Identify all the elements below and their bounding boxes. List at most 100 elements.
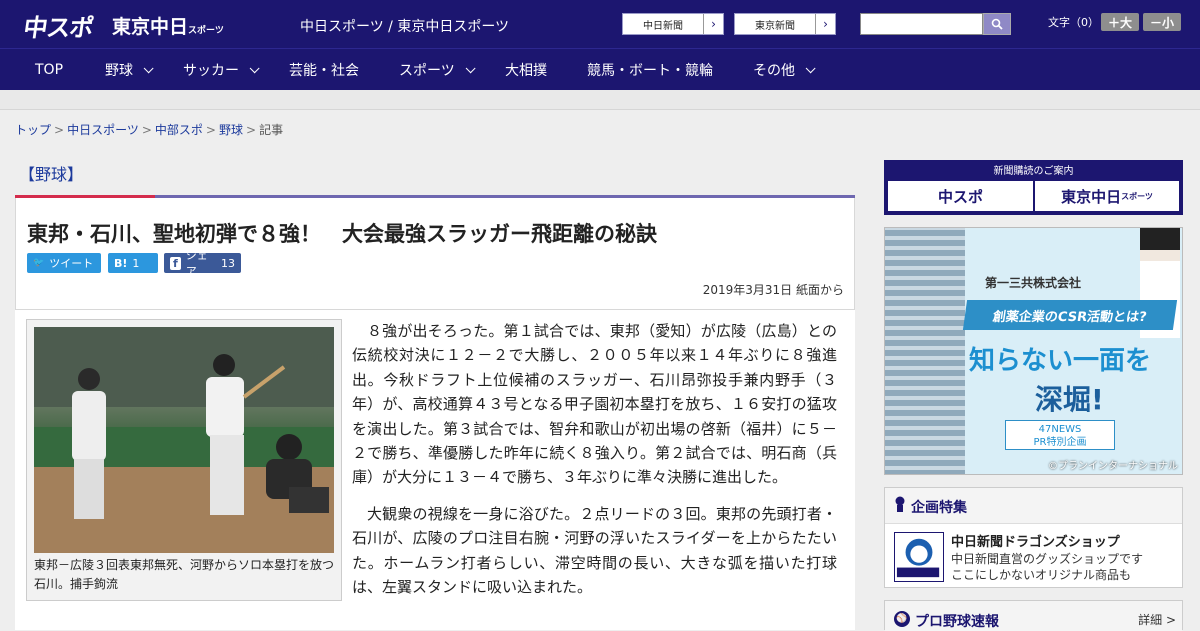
ad-headline-1: 知らない一面を — [969, 346, 1152, 376]
photo-box: 東邦－広陵３回表東邦無死、河野からソロ本塁打を放つ石川。捕手鉤流 — [26, 319, 342, 601]
main-nav: TOP 野球 サッカー 芸能・社会 スポーツ 大相撲 競馬・ボート・競輪 その他 — [0, 48, 1200, 90]
tweet-label: ツイート — [49, 257, 94, 270]
article-paragraph: ８強が出そろった。第１試合では、東邦（愛知）が広陵（広島）との伝統校対決に１２－… — [352, 322, 837, 487]
chunichi-shimbun-label: 中日新聞 — [643, 20, 683, 32]
ad-news-badge: 47NEWS PR特別企画 — [1005, 420, 1115, 450]
tokyo-shimbun-label: 東京新聞 — [755, 20, 795, 32]
baseball-icon: ⚾ — [894, 611, 910, 627]
photo-caption: 東邦－広陵３回表東邦無死、河野からソロ本塁打を放つ石川。捕手鉤流 — [34, 558, 335, 591]
breadcrumb-separator: > — [141, 123, 152, 137]
tokyo-chunichi-subscribe-small: スポーツ — [1121, 191, 1153, 201]
breadcrumb-chubu-spo[interactable]: 中部スポ — [155, 123, 203, 137]
font-smaller-button[interactable]: －小 — [1143, 13, 1181, 31]
chuspo-logo[interactable]: 中スポ — [22, 8, 96, 43]
nav-label: 大相撲 — [505, 63, 547, 79]
chevron-down-icon — [249, 62, 260, 73]
site-names: 中日スポーツ / 東京中日スポーツ — [300, 19, 510, 35]
nav-sumo[interactable]: 大相撲 — [505, 49, 547, 91]
font-size-label: 文字（0） — [1048, 16, 1099, 29]
ad-news-line-1: 47NEWS — [1038, 424, 1082, 435]
feature-box: 企画特集 中日新聞ドラゴンズショップ 中日新聞直営のグッズショップです ここにしか… — [884, 487, 1183, 588]
breadcrumb-top[interactable]: トップ — [15, 123, 51, 137]
baseball-players-illustration — [34, 327, 334, 553]
chevron-right-icon: › — [703, 14, 723, 34]
tokyo-logo-text: 東京中日 — [112, 16, 189, 38]
chevron-down-icon — [465, 62, 476, 73]
top-bar: 中スポ 東京中日スポーツ 中日スポーツ / 東京中日スポーツ 中日新聞 › 東京… — [0, 0, 1200, 48]
search-input[interactable] — [860, 13, 983, 35]
breadcrumb-separator: > — [246, 123, 257, 137]
pro-baseball-box: ⚾ プロ野球速報 詳細 > — [884, 600, 1183, 631]
tokyo-chunichi-subscribe-button[interactable]: 東京中日 スポーツ — [1035, 181, 1179, 211]
nav-sports[interactable]: スポーツ — [399, 49, 476, 91]
nav-others[interactable]: その他 — [753, 49, 816, 91]
feature-desc-line-2: ここにしかないオリジナル商品も — [951, 568, 1132, 582]
chuspo-subscribe-button[interactable]: 中スポ — [888, 181, 1033, 211]
pro-baseball-heading: ⚾ プロ野球速報 詳細 > — [885, 601, 1182, 631]
dragons-shop-thumbnail[interactable] — [894, 532, 944, 582]
nav-label: サッカー — [183, 63, 239, 79]
subscription-ad-title: 新聞購読のご案内 — [993, 166, 1074, 177]
feature-description: 中日新聞直営のグッズショップです ここにしかないオリジナル商品も — [951, 551, 1143, 583]
breadcrumb: トップ > 中日スポーツ > 中部スポ > 野球 > 記事 — [15, 121, 283, 138]
twitter-icon: 🐦 — [33, 258, 45, 268]
subscription-ad[interactable]: 新聞購読のご案内 中スポ 東京中日 スポーツ — [884, 160, 1183, 215]
tokyo-chunichi-logo[interactable]: 東京中日スポーツ — [112, 12, 224, 39]
ad-copyright: ©プランインターナショナル — [1048, 461, 1178, 472]
pro-baseball-heading-text: プロ野球速報 — [915, 614, 999, 630]
chevron-right-icon: › — [815, 14, 835, 34]
tokyo-shimbun-button[interactable]: 東京新聞 › — [734, 13, 836, 35]
facebook-share-button[interactable]: f シェア 13 — [164, 249, 241, 278]
ad-company-name: 第一三共株式会社 — [985, 276, 1082, 290]
breadcrumb-baseball[interactable]: 野球 — [219, 123, 243, 137]
category-title: 【野球】 — [15, 154, 855, 196]
hatena-count: 1 — [132, 256, 140, 270]
breadcrumb-separator: > — [205, 123, 216, 137]
dragons-mascot-icon — [896, 538, 940, 578]
ad-headline-2: 深堀! — [1035, 383, 1104, 416]
chunichi-shimbun-button[interactable]: 中日新聞 › — [622, 13, 724, 35]
nav-baseball[interactable]: 野球 — [105, 49, 154, 91]
hatena-bookmark-button[interactable]: B! 1 — [108, 253, 158, 273]
search-icon — [991, 18, 1003, 30]
sub-bar — [0, 90, 1200, 110]
breadcrumb-chunichi-sports[interactable]: 中日スポーツ — [67, 123, 139, 137]
building-image — [885, 228, 965, 474]
facebook-count: 13 — [221, 256, 235, 270]
medal-icon — [895, 496, 905, 512]
daiichi-sankyo-ad[interactable]: 第一三共株式会社 創薬企業のCSR活動とは? 知らない一面を 深堀! 47NEW… — [884, 227, 1183, 475]
chevron-down-icon — [143, 62, 154, 73]
nav-entertainment[interactable]: 芸能・社会 — [289, 49, 359, 91]
tokyo-chunichi-subscribe-label: 東京中日 — [1061, 187, 1122, 206]
article-paragraph: 大観衆の視線を一身に浴びた。２点リードの３回。東邦の先頭打者・石川が、広陵のプロ… — [352, 504, 837, 597]
tokyo-logo-small: スポーツ — [188, 26, 224, 36]
tweet-button[interactable]: 🐦 ツイート — [27, 253, 101, 273]
font-larger-button[interactable]: ＋大 — [1101, 13, 1139, 31]
article-body: ８強が出そろった。第１試合では、東邦（愛知）が広陵（広島）との伝統校対決に１２－… — [352, 319, 837, 611]
feature-desc-line-1: 中日新聞直営のグッズショップです — [951, 552, 1144, 566]
nav-label: スポーツ — [399, 63, 455, 79]
nav-label: 野球 — [105, 63, 133, 79]
pro-baseball-detail-link[interactable]: 詳細 > — [1138, 611, 1176, 628]
search-button[interactable] — [983, 13, 1011, 35]
feature-heading-text: 企画特集 — [911, 500, 967, 516]
breadcrumb-current: 記事 — [259, 123, 284, 137]
article-photo[interactable] — [34, 327, 334, 553]
chevron-down-icon — [805, 62, 816, 73]
article-headline: 東邦・石川、聖地初弾で８強！ 大会最強スラッガー飛距離の秘訣 — [27, 222, 657, 246]
ad-banner: 創薬企業のCSR活動とは? — [962, 300, 1178, 330]
hatena-icon: B! — [114, 256, 128, 270]
feature-heading: 企画特集 — [885, 488, 1182, 524]
feature-title[interactable]: 中日新聞ドラゴンズショップ — [951, 531, 1120, 550]
nav-label: 芸能・社会 — [289, 63, 359, 79]
nav-soccer[interactable]: サッカー — [183, 49, 260, 91]
nav-racing[interactable]: 競馬・ボート・競輪 — [587, 49, 713, 91]
nav-label: その他 — [753, 63, 795, 79]
nav-label: TOP — [35, 62, 64, 78]
nav-top[interactable]: TOP — [35, 49, 63, 91]
facebook-label: シェア — [185, 249, 208, 278]
article-dateline: 2019年3月31日 紙面から — [702, 283, 844, 297]
article-header: 東邦・石川、聖地初弾で８強！ 大会最強スラッガー飛距離の秘訣 🐦 ツイート B! 1… — [15, 198, 855, 310]
breadcrumb-separator: > — [54, 123, 65, 137]
article-main: 【野球】 東邦・石川、聖地初弾で８強！ 大会最強スラッガー飛距離の秘訣 🐦 ツイー… — [15, 154, 855, 630]
